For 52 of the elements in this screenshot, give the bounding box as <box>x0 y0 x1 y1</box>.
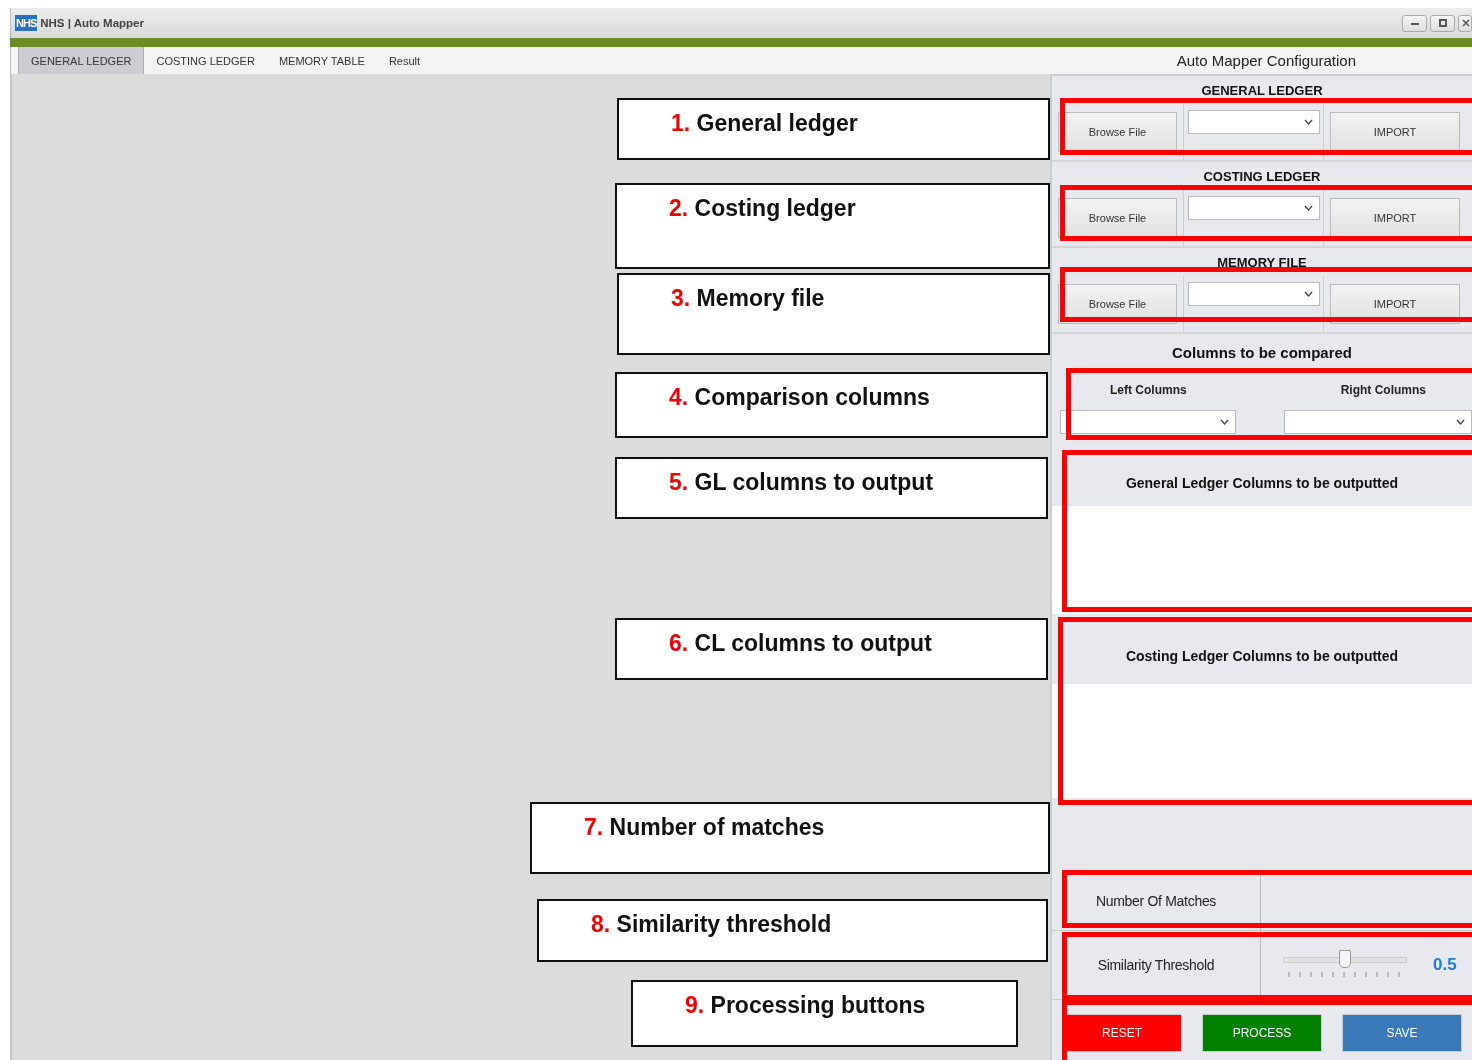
callout-label: 3. Memory file <box>617 273 1050 355</box>
tab[interactable]: COSTING LEDGER <box>144 47 267 74</box>
number-of-matches-label: Number Of Matches <box>1095 893 1217 909</box>
list-heading: General Ledger Columns to be outputted <box>1125 475 1399 491</box>
window-title: NHS | Auto Mapper <box>40 17 144 29</box>
callout-label: 4. Comparison columns <box>615 372 1048 438</box>
close-icon <box>1462 19 1470 27</box>
callout-label: 8. Similarity threshold <box>537 899 1048 962</box>
callout-label: 7. Number of matches <box>530 802 1050 874</box>
callout-label: 2. Costing ledger <box>615 183 1050 269</box>
minimize-button[interactable] <box>1402 14 1427 32</box>
chevron-icon <box>1304 119 1313 125</box>
slider-thumb[interactable] <box>1339 950 1351 968</box>
minimize-icon <box>1410 21 1419 25</box>
chevron-icon <box>1304 205 1313 211</box>
file-dropdown[interactable] <box>1188 196 1320 220</box>
tab[interactable]: GENERAL LEDGER <box>18 47 145 74</box>
configuration-title: Auto Mapper Configuration <box>1176 52 1356 69</box>
chevron-icon <box>1220 419 1229 425</box>
close-button[interactable] <box>1458 14 1472 32</box>
similarity-threshold-label: Similarity Threshold <box>1097 957 1215 973</box>
file-dropdown[interactable] <box>1188 110 1320 134</box>
callout-label: 6. CL columns to output <box>615 618 1048 680</box>
action-button[interactable]: PROCESS <box>1202 1014 1322 1052</box>
section-heading: COSTING LEDGER <box>1203 168 1321 184</box>
import-button[interactable]: IMPORT <box>1330 284 1460 324</box>
browse-file-button[interactable]: Browse File <box>1058 112 1177 152</box>
import-button[interactable]: IMPORT <box>1330 112 1460 152</box>
column-list[interactable] <box>1052 506 1472 614</box>
action-button[interactable]: SAVE <box>1342 1014 1462 1052</box>
section-heading: GENERAL LEDGER <box>1201 82 1323 98</box>
file-dropdown[interactable] <box>1188 282 1320 306</box>
maximize-button[interactable] <box>1430 14 1455 32</box>
logo: NHS <box>15 15 38 31</box>
callout-label: 5. GL columns to output <box>615 457 1048 519</box>
right-columns-dropdown[interactable] <box>1284 410 1472 434</box>
callout-label: 9. Processing buttons <box>631 980 1018 1047</box>
threshold-value: 0.5 <box>1433 955 1457 975</box>
maximize-icon <box>1438 19 1447 27</box>
import-button[interactable]: IMPORT <box>1330 198 1460 238</box>
chevron-icon <box>1304 291 1313 297</box>
browse-file-button[interactable]: Browse File <box>1058 198 1177 238</box>
callout-label: 1. General ledger <box>617 98 1050 160</box>
left-columns-label: Left Columns <box>1110 383 1187 397</box>
section-heading: Columns to be compared <box>1172 343 1352 361</box>
tab[interactable]: MEMORY TABLE <box>266 47 377 74</box>
chevron-icon <box>1456 419 1465 425</box>
section-heading: MEMORY FILE <box>1217 254 1307 270</box>
right-columns-label: Right Columns <box>1340 383 1426 397</box>
list-heading: Costing Ledger Columns to be outputted <box>1125 648 1399 664</box>
left-columns-dropdown[interactable] <box>1060 410 1236 434</box>
tab[interactable]: Result <box>376 47 433 74</box>
